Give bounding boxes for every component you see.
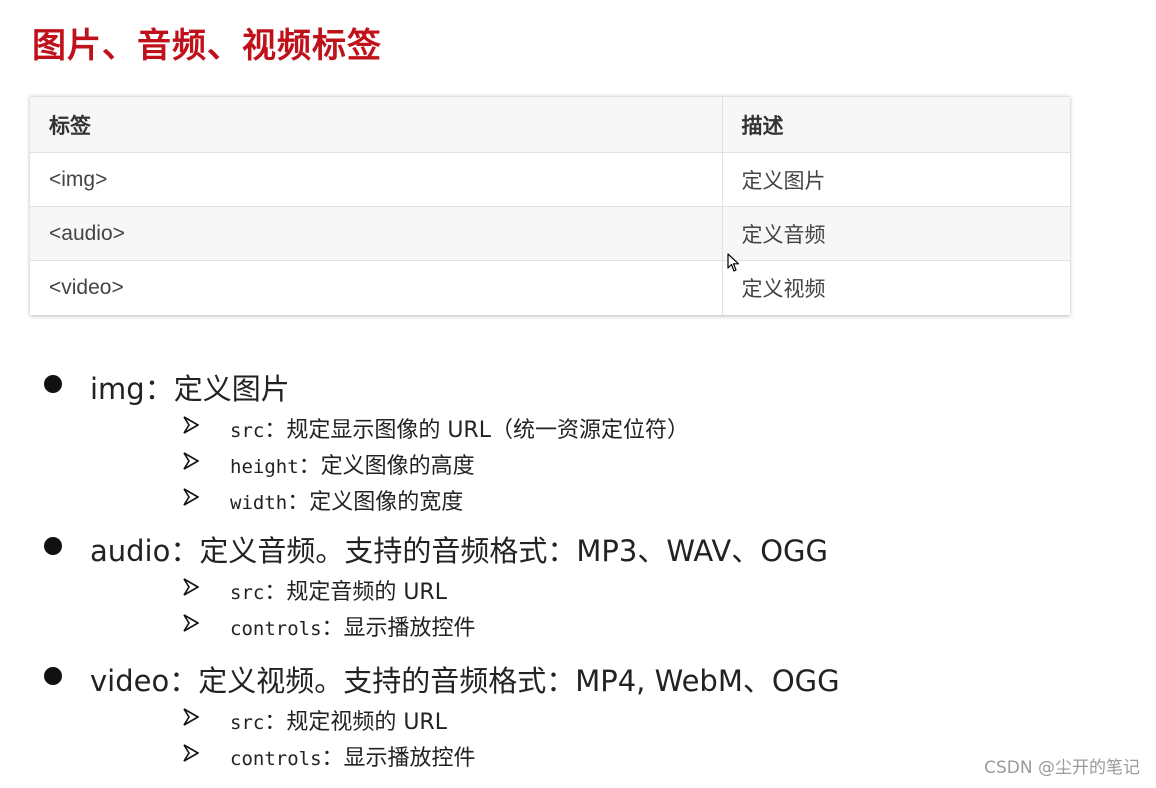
- attribute-name: controls: [230, 748, 322, 770]
- attribute-description: ：显示播放控件: [321, 616, 476, 641]
- sub-item: controls：显示播放控件: [0, 736, 1156, 772]
- bullet-text: audio：定义音频。支持的音频格式：MP3、WAV、OGG: [90, 534, 828, 568]
- bullet-item-audio: audio：定义音频。支持的音频格式：MP3、WAV、OGG: [0, 524, 1156, 570]
- arrow-right-outline-icon: [183, 708, 199, 726]
- sub-item: src：规定视频的 URL: [0, 700, 1156, 736]
- sub-list-video: src：规定视频的 URL controls：显示播放控件: [0, 700, 1156, 772]
- table-cell-description: 定义图片: [722, 152, 1070, 207]
- bullet-text: video：定义视频。支持的音频格式：MP4, WebM、OGG: [90, 664, 840, 698]
- attribute-description: ：规定显示图像的 URL（统一资源定位符）: [264, 418, 689, 443]
- table-cell-tag: <img>: [30, 152, 723, 207]
- tag-table: 标签 描述 <img> 定义图片 <audio> 定义音频 <video> 定义…: [30, 96, 1070, 315]
- arrow-right-outline-icon: [183, 452, 199, 470]
- arrow-right-outline-icon: [183, 416, 199, 434]
- sub-list-img: src：规定显示图像的 URL（统一资源定位符） height：定义图像的高度 …: [0, 408, 1156, 516]
- attribute-name: src: [230, 582, 265, 604]
- table-row: <img> 定义图片: [30, 152, 1070, 207]
- bullet-dot-icon: [44, 537, 62, 555]
- attribute-name: src: [230, 420, 265, 442]
- arrow-right-outline-icon: [183, 614, 199, 632]
- table-cell-description: 定义视频: [722, 260, 1070, 315]
- attribute-name: height: [230, 456, 299, 478]
- sub-item: src：规定显示图像的 URL（统一资源定位符）: [0, 408, 1156, 444]
- table-cell-tag: <video>: [30, 260, 723, 315]
- arrow-right-outline-icon: [183, 578, 199, 596]
- bullet-dot-icon: [44, 667, 62, 685]
- arrow-right-outline-icon: [183, 488, 199, 506]
- table-row: <audio> 定义音频: [30, 206, 1070, 261]
- table-cell-tag: <audio>: [30, 206, 723, 261]
- attribute-description: ：定义图像的高度: [298, 454, 475, 479]
- bullet-item-img: img：定义图片: [0, 362, 1156, 408]
- attribute-name: controls: [230, 618, 322, 640]
- page-title: 图片、音频、视频标签: [32, 26, 382, 66]
- attribute-name: src: [230, 712, 265, 734]
- header-description: 描述: [722, 96, 1070, 153]
- arrow-right-outline-icon: [183, 744, 199, 762]
- sub-item: controls：显示播放控件: [0, 606, 1156, 642]
- table-header-row: 标签 描述: [30, 96, 1070, 153]
- bullet-dot-icon: [44, 375, 62, 393]
- sub-item: width：定义图像的宽度: [0, 480, 1156, 516]
- sub-list-audio: src：规定音频的 URL controls：显示播放控件: [0, 570, 1156, 642]
- sub-item: height：定义图像的高度: [0, 444, 1156, 480]
- bullet-text: img：定义图片: [90, 372, 290, 406]
- bullet-item-video: video：定义视频。支持的音频格式：MP4, WebM、OGG: [0, 654, 1156, 700]
- attribute-description: ：规定音频的 URL: [264, 580, 447, 605]
- attribute-description: ：定义图像的宽度: [287, 490, 464, 515]
- table-row: <video> 定义视频: [30, 260, 1070, 315]
- attribute-description: ：规定视频的 URL: [264, 710, 447, 735]
- mouse-pointer-icon: [727, 253, 740, 272]
- attribute-name: width: [230, 492, 288, 514]
- attribute-description: ：显示播放控件: [321, 746, 476, 771]
- header-tag: 标签: [30, 96, 723, 153]
- bullet-list: img：定义图片 src：规定显示图像的 URL（统一资源定位符） height…: [0, 362, 1156, 772]
- sub-item: src：规定音频的 URL: [0, 570, 1156, 606]
- watermark: CSDN @尘开的笔记: [984, 758, 1140, 778]
- table-cell-description: 定义音频: [722, 206, 1070, 261]
